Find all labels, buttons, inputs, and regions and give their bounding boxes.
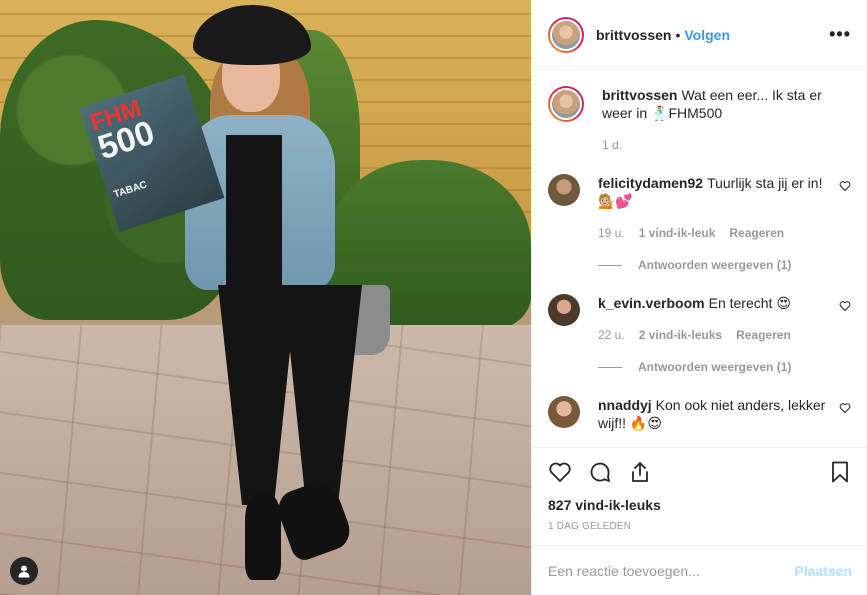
post-date[interactable]: 1 DAG GELEDEN xyxy=(548,521,852,532)
heart-icon[interactable] xyxy=(839,402,851,414)
tagged-users-button[interactable] xyxy=(10,557,38,585)
avatar[interactable] xyxy=(548,16,584,53)
avatar[interactable] xyxy=(548,396,580,428)
likes-count[interactable]: 827 vind-ik-leuks xyxy=(548,496,852,514)
post-username[interactable]: brittvossen xyxy=(596,27,671,43)
caption-body: brittvossen Wat een eer... Ik sta er weer… xyxy=(602,86,851,152)
post-side-panel: brittvossen • Volgen ••• brittvossen Wat … xyxy=(531,0,867,595)
separator-dot: • xyxy=(675,26,681,43)
caption-time[interactable]: 1 d. xyxy=(602,138,622,152)
magazine-subtitle: TABAC xyxy=(112,179,149,201)
view-replies-button[interactable]: Antwoorden weergeven (1) xyxy=(598,360,851,374)
comment-icon[interactable] xyxy=(588,460,612,484)
follow-button[interactable]: Volgen xyxy=(684,27,730,43)
post-actions: 827 vind-ik-leuks 1 DAG GELEDEN xyxy=(532,447,867,532)
divider xyxy=(598,264,622,266)
add-comment-bar: Plaatsen xyxy=(532,545,867,595)
comment-block: nnaddyj Kon ook niet anders, lekker wijf!… xyxy=(548,396,851,432)
reply-button[interactable]: Reageren xyxy=(736,328,791,342)
comment-username[interactable]: felicitydamen92 xyxy=(598,175,703,191)
view-replies-button[interactable]: Antwoorden weergeven (1) xyxy=(598,258,851,272)
share-icon[interactable] xyxy=(628,460,652,484)
heart-icon[interactable] xyxy=(839,180,851,192)
comment-likes[interactable]: 1 vind-ik-leuk xyxy=(639,226,716,240)
reply-button[interactable]: Reageren xyxy=(729,226,784,240)
comment-block: felicitydamen92 Tuurlijk sta jij er in! 💁… xyxy=(548,174,851,272)
avatar[interactable] xyxy=(548,294,580,326)
bookmark-icon[interactable] xyxy=(828,460,852,484)
comment: nnaddyj Kon ook niet anders, lekker wijf!… xyxy=(548,396,851,432)
heart-icon[interactable] xyxy=(548,460,572,484)
comments-list[interactable]: brittvossen Wat een eer... Ik sta er weer… xyxy=(532,70,867,446)
comment-time[interactable]: 22 u. xyxy=(598,328,625,342)
comment-username[interactable]: k_evin.verboom xyxy=(598,295,705,311)
post-comment-button[interactable]: Plaatsen xyxy=(794,563,852,579)
heart-icon[interactable] xyxy=(839,300,851,312)
post-header: brittvossen • Volgen ••• xyxy=(532,0,867,70)
action-icons xyxy=(548,448,852,496)
avatar[interactable] xyxy=(548,174,580,206)
comment-input[interactable] xyxy=(548,562,795,579)
comment-likes[interactable]: 2 vind-ik-leuks xyxy=(639,328,722,342)
caption-username[interactable]: brittvossen xyxy=(602,87,677,103)
person-boot xyxy=(245,495,281,580)
comment-username[interactable]: nnaddyj xyxy=(598,397,652,413)
person-shirt xyxy=(226,135,282,285)
comment-body: felicitydamen92 Tuurlijk sta jij er in! 💁… xyxy=(598,174,851,240)
divider xyxy=(598,366,622,368)
caption: brittvossen Wat een eer... Ik sta er weer… xyxy=(548,86,851,152)
comment-text: En terecht 😍 xyxy=(708,295,791,311)
comment: k_evin.verboom En terecht 😍 22 u. 2 vind-… xyxy=(548,294,851,342)
view-replies-label: Antwoorden weergeven (1) xyxy=(638,360,792,374)
comment: felicitydamen92 Tuurlijk sta jij er in! 💁… xyxy=(548,174,851,240)
comment-body: nnaddyj Kon ook niet anders, lekker wijf!… xyxy=(598,396,851,432)
comment-time[interactable]: 19 u. xyxy=(598,226,625,240)
post-photo[interactable]: FHM 500 TABAC xyxy=(0,0,531,595)
user-icon xyxy=(18,565,30,578)
view-replies-label: Antwoorden weergeven (1) xyxy=(638,258,792,272)
comment-body: k_evin.verboom En terecht 😍 22 u. 2 vind-… xyxy=(598,294,851,342)
more-options-icon[interactable]: ••• xyxy=(829,24,851,45)
avatar[interactable] xyxy=(548,86,584,122)
comment-block: k_evin.verboom En terecht 😍 22 u. 2 vind-… xyxy=(548,294,851,374)
